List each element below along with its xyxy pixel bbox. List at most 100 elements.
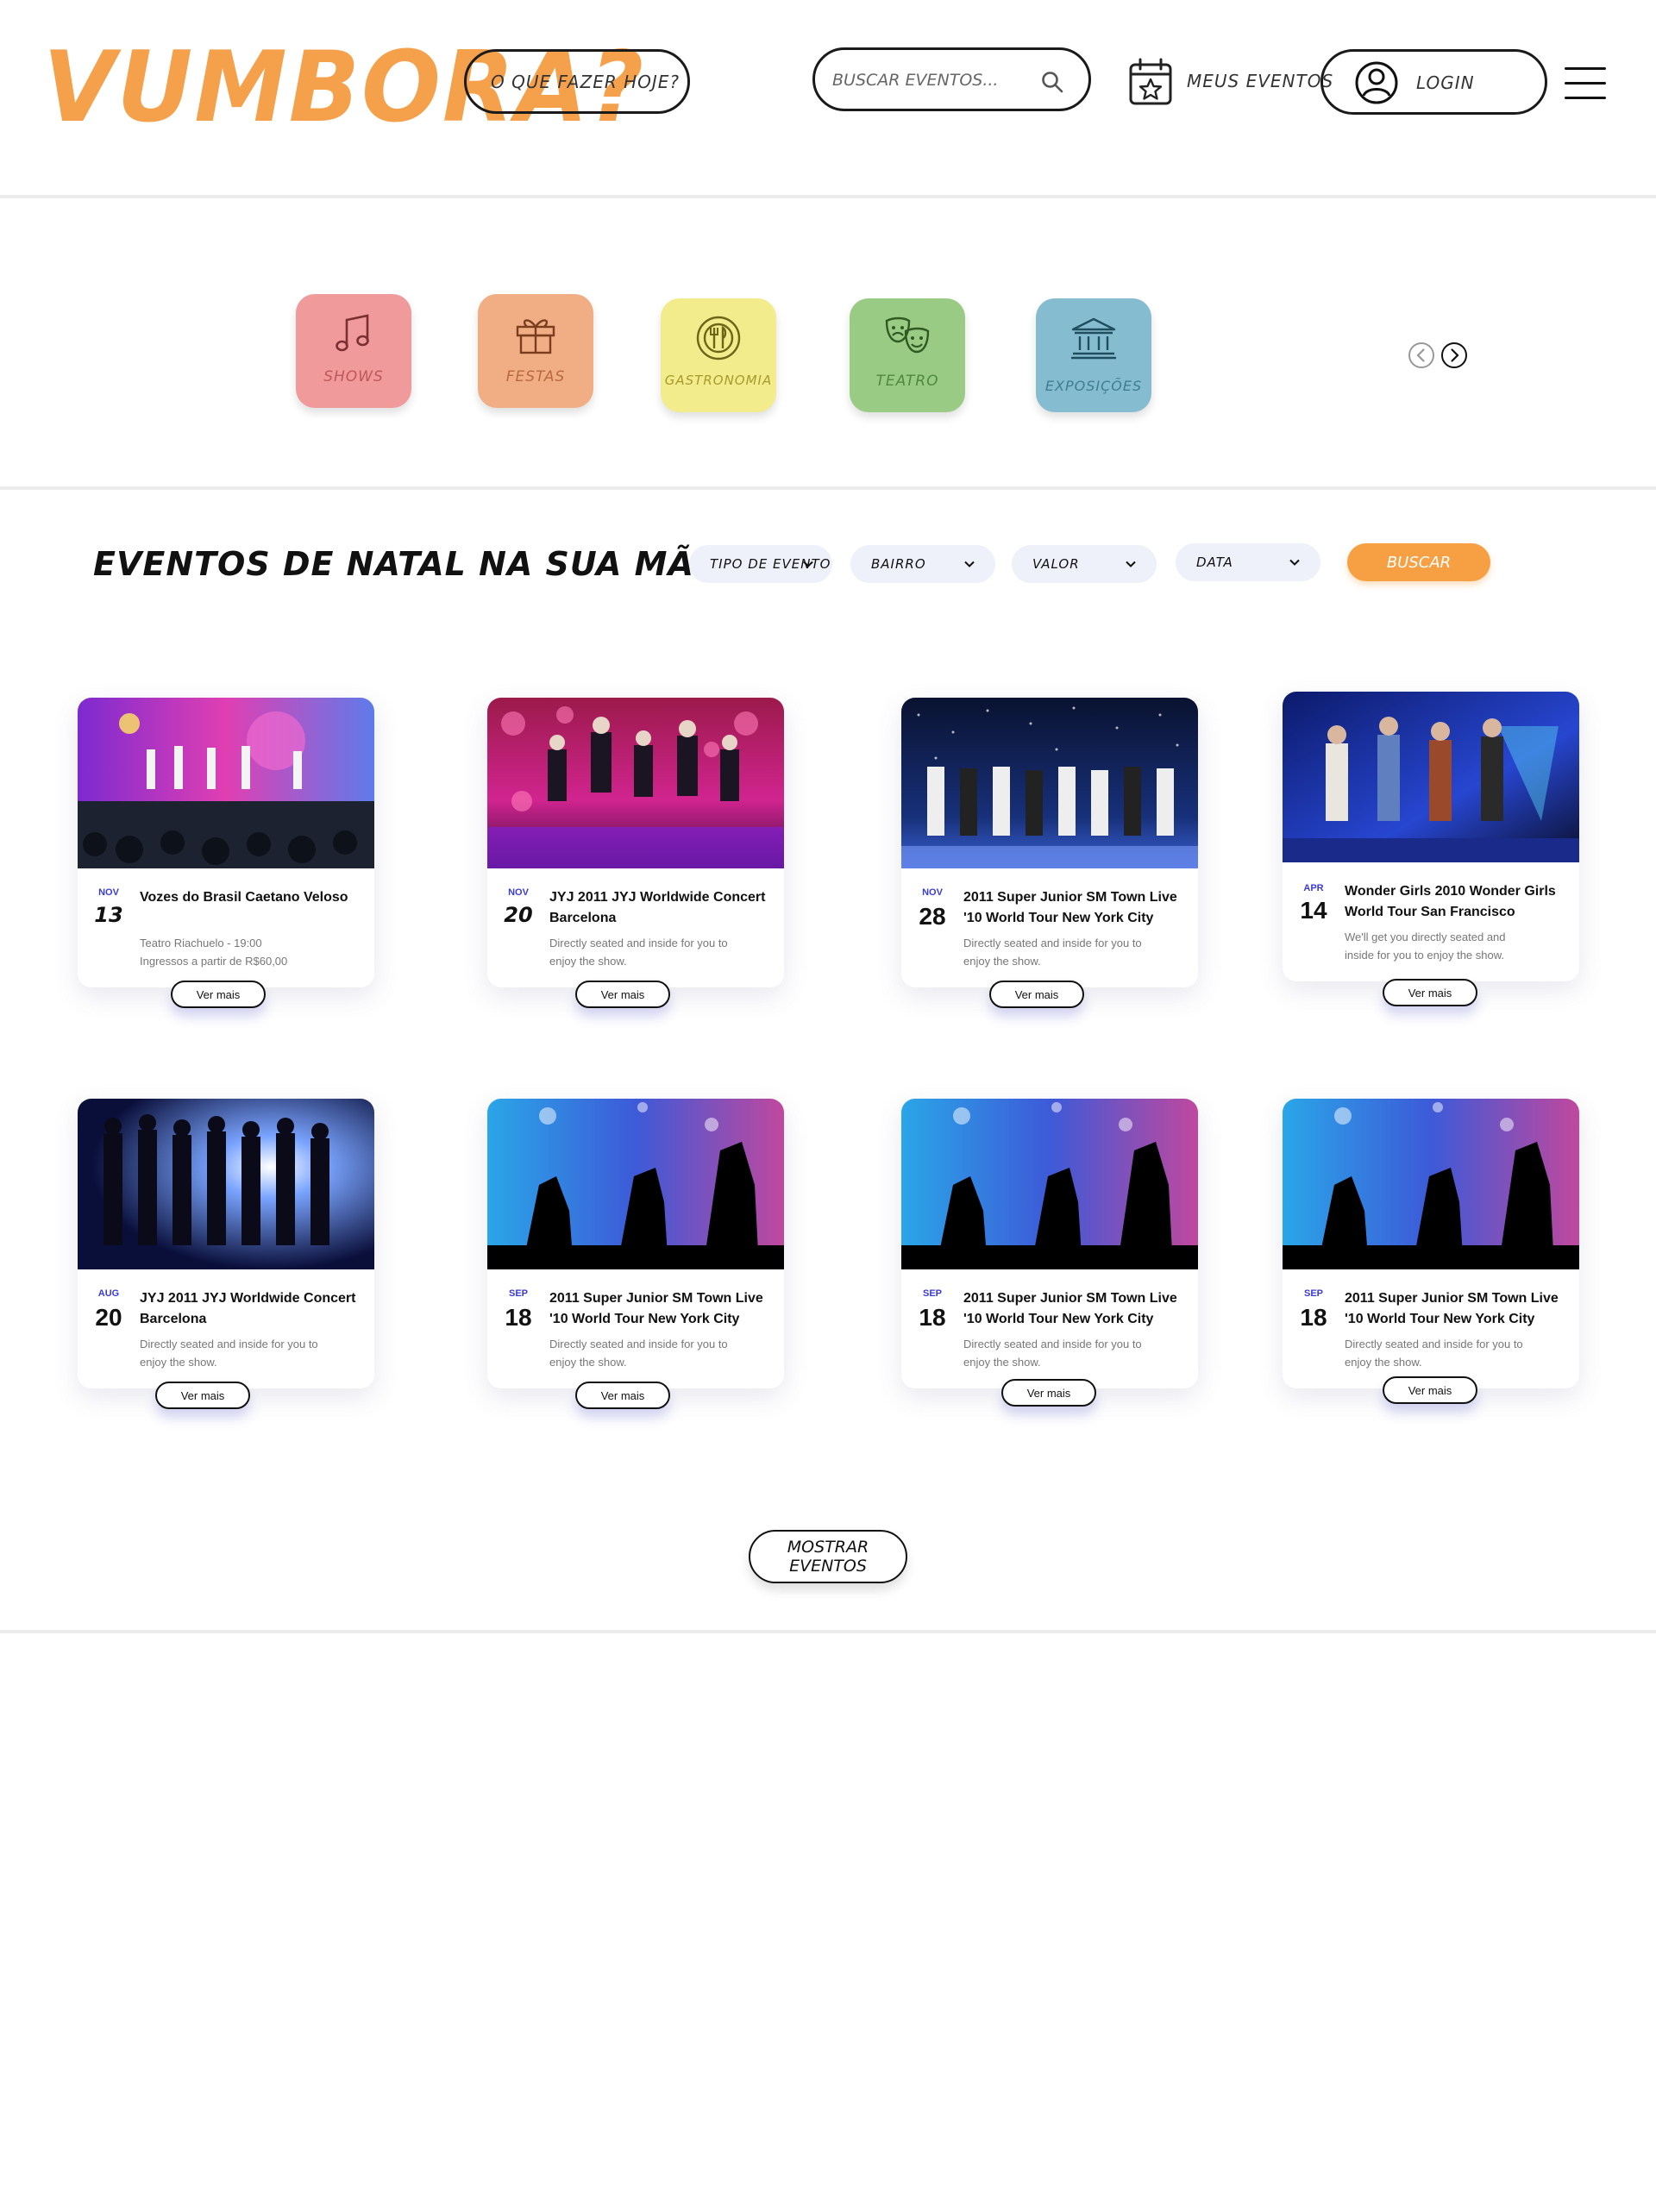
event-description-line: Directly seated and inside for you to	[549, 937, 728, 949]
event-month: SEP	[922, 1288, 942, 1299]
event-image	[487, 1099, 784, 1269]
event-description: Directly seated and inside for you to en…	[1345, 1335, 1560, 1371]
ver-mais-button[interactable]: Ver mais	[1383, 1376, 1477, 1404]
event-card[interactable]: AUG 20 JYJ 2011 JYJ Worldwide Concert Ba…	[78, 1099, 374, 1409]
my-events-link[interactable]: MEUS EVENTOS	[1187, 71, 1333, 91]
event-description: Directly seated and inside for you to en…	[549, 934, 765, 970]
event-image	[1283, 1099, 1579, 1269]
event-description-line: enjoy the show.	[140, 1356, 217, 1369]
ver-mais-button[interactable]: Ver mais	[575, 1382, 670, 1409]
event-month: AUG	[97, 1288, 120, 1299]
category-shows[interactable]: SHOWS	[296, 294, 411, 408]
event-description-line: enjoy the show.	[549, 955, 627, 968]
chevron-down-icon	[1289, 559, 1300, 566]
event-day: 13	[94, 903, 123, 927]
filter-data[interactable]: DATA	[1176, 543, 1320, 581]
event-day: 18	[505, 1304, 532, 1331]
event-month: SEP	[1303, 1288, 1323, 1299]
event-month: NOV	[98, 887, 119, 898]
event-description: We'll get you directly seated and inside…	[1345, 928, 1560, 964]
event-card[interactable]: NOV 28 2011 Super Junior SM Town Live '1…	[901, 698, 1198, 1008]
gift-icon	[516, 319, 555, 354]
filter-label: BAIRRO	[871, 556, 926, 572]
event-card[interactable]: APR 14 Wonder Girls 2010 Wonder Girls Wo…	[1283, 692, 1579, 1006]
event-image	[487, 698, 784, 868]
event-title: 2011 Super Junior SM Town Live '10 World…	[963, 1291, 1177, 1326]
event-price: Ingressos a partir de R$60,00	[140, 955, 288, 968]
event-description-line: Directly seated and inside for you to	[140, 1338, 318, 1350]
event-description-line: inside for you to enjoy the show.	[1345, 949, 1505, 962]
event-image	[901, 698, 1198, 868]
event-description-line: Directly seated and inside for you to	[963, 937, 1142, 949]
event-day: 28	[919, 903, 946, 930]
category-festas[interactable]: FESTAS	[478, 294, 593, 408]
event-card[interactable]: SEP 18 2011 Super Junior SM Town Live '1…	[1283, 1099, 1579, 1404]
top-header: VUMBORA? O QUE FAZER HOJE? MEUS EVENTOS …	[0, 0, 1656, 198]
category-label: SHOWS	[323, 368, 384, 385]
event-card[interactable]: NOV 20 JYJ 2011 JYJ Worldwide Concert Ba…	[487, 698, 784, 1008]
ver-mais-button[interactable]: Ver mais	[989, 981, 1084, 1008]
filter-label: DATA	[1196, 555, 1233, 570]
event-venue: Teatro Riachuelo - 19:00	[140, 937, 262, 949]
hamburger-menu-icon[interactable]	[1565, 67, 1606, 100]
ver-mais-button[interactable]: Ver mais	[575, 981, 670, 1008]
event-day: 20	[504, 903, 533, 927]
event-title: Vozes do Brasil Caetano Veloso	[140, 890, 348, 905]
event-month: SEP	[508, 1288, 528, 1299]
search-input[interactable]	[832, 64, 1031, 97]
category-exposicoes[interactable]: EXPOSIÇÕES	[1036, 298, 1151, 412]
category-gastronomia[interactable]: GASTRONOMIA	[661, 298, 776, 412]
login-button[interactable]: LOGIN	[1320, 49, 1547, 115]
event-month: APR	[1303, 883, 1324, 893]
event-description: Teatro Riachuelo - 19:00 Ingressos a par…	[140, 934, 355, 970]
event-title: 2011 Super Junior SM Town Live '10 World…	[963, 890, 1177, 925]
calendar-star-icon[interactable]	[1128, 58, 1173, 106]
event-title: JYJ 2011 JYJ Worldwide Concert Barcelona	[549, 890, 766, 925]
event-title: JYJ 2011 JYJ Worldwide Concert Barcelona	[140, 1291, 356, 1326]
filter-bairro[interactable]: BAIRRO	[850, 545, 995, 583]
event-image	[1283, 692, 1579, 862]
event-image	[78, 698, 374, 868]
ver-mais-button[interactable]: Ver mais	[155, 1382, 250, 1409]
event-card[interactable]: SEP 18 2011 Super Junior SM Town Live '1…	[901, 1099, 1198, 1407]
event-description: Directly seated and inside for you to en…	[963, 934, 1179, 970]
search-events-button[interactable]: BUSCAR	[1347, 543, 1490, 581]
user-avatar-icon	[1355, 61, 1398, 104]
show-more-events-button[interactable]: MOSTRAR EVENTOS	[749, 1530, 907, 1583]
category-label: TEATRO	[875, 373, 939, 390]
category-label: GASTRONOMIA	[664, 373, 773, 388]
event-description-line: Directly seated and inside for you to	[963, 1338, 1142, 1350]
dining-icon	[696, 316, 741, 360]
event-description: Directly seated and inside for you to en…	[549, 1335, 765, 1371]
search-bar	[812, 47, 1091, 111]
ver-mais-button[interactable]: Ver mais	[1383, 979, 1477, 1006]
chevron-down-icon	[803, 561, 813, 567]
category-label: EXPOSIÇÕES	[1044, 378, 1143, 394]
what-to-do-button[interactable]: O QUE FAZER HOJE?	[464, 49, 690, 114]
music-icon	[336, 314, 369, 352]
event-description-line: enjoy the show.	[963, 955, 1041, 968]
event-title: 2011 Super Junior SM Town Live '10 World…	[1345, 1291, 1559, 1326]
footer-divider	[0, 1630, 1656, 1633]
event-card[interactable]: NOV 13 Vozes do Brasil Caetano Veloso Te…	[78, 698, 374, 1008]
event-description-line: enjoy the show.	[963, 1356, 1041, 1369]
ver-mais-button[interactable]: Ver mais	[171, 981, 266, 1008]
search-icon[interactable]	[1039, 69, 1065, 95]
event-card[interactable]: SEP 18 2011 Super Junior SM Town Live '1…	[487, 1099, 784, 1409]
event-day: 14	[1300, 897, 1327, 924]
event-description: Directly seated and inside for you to en…	[963, 1335, 1179, 1371]
event-title: Wonder Girls 2010 Wonder Girls World Tou…	[1345, 884, 1556, 919]
event-description-line: Directly seated and inside for you to	[1345, 1338, 1523, 1350]
museum-icon	[1071, 317, 1116, 360]
section-title: EVENTOS DE NATAL NA SUA MÃO	[93, 545, 723, 583]
event-day: 18	[919, 1304, 946, 1331]
category-teatro[interactable]: TEATRO	[850, 298, 965, 412]
filter-tipo-evento[interactable]: TIPO DE EVENTO	[689, 545, 832, 583]
event-description: Directly seated and inside for you to en…	[140, 1335, 355, 1371]
event-description-line: We'll get you directly seated and	[1345, 931, 1506, 943]
ver-mais-button[interactable]: Ver mais	[1001, 1379, 1096, 1407]
theater-masks-icon	[885, 316, 930, 354]
carousel-next-icon[interactable]	[1440, 342, 1468, 369]
filter-valor[interactable]: VALOR	[1012, 545, 1157, 583]
carousel-prev-icon[interactable]	[1408, 342, 1435, 369]
